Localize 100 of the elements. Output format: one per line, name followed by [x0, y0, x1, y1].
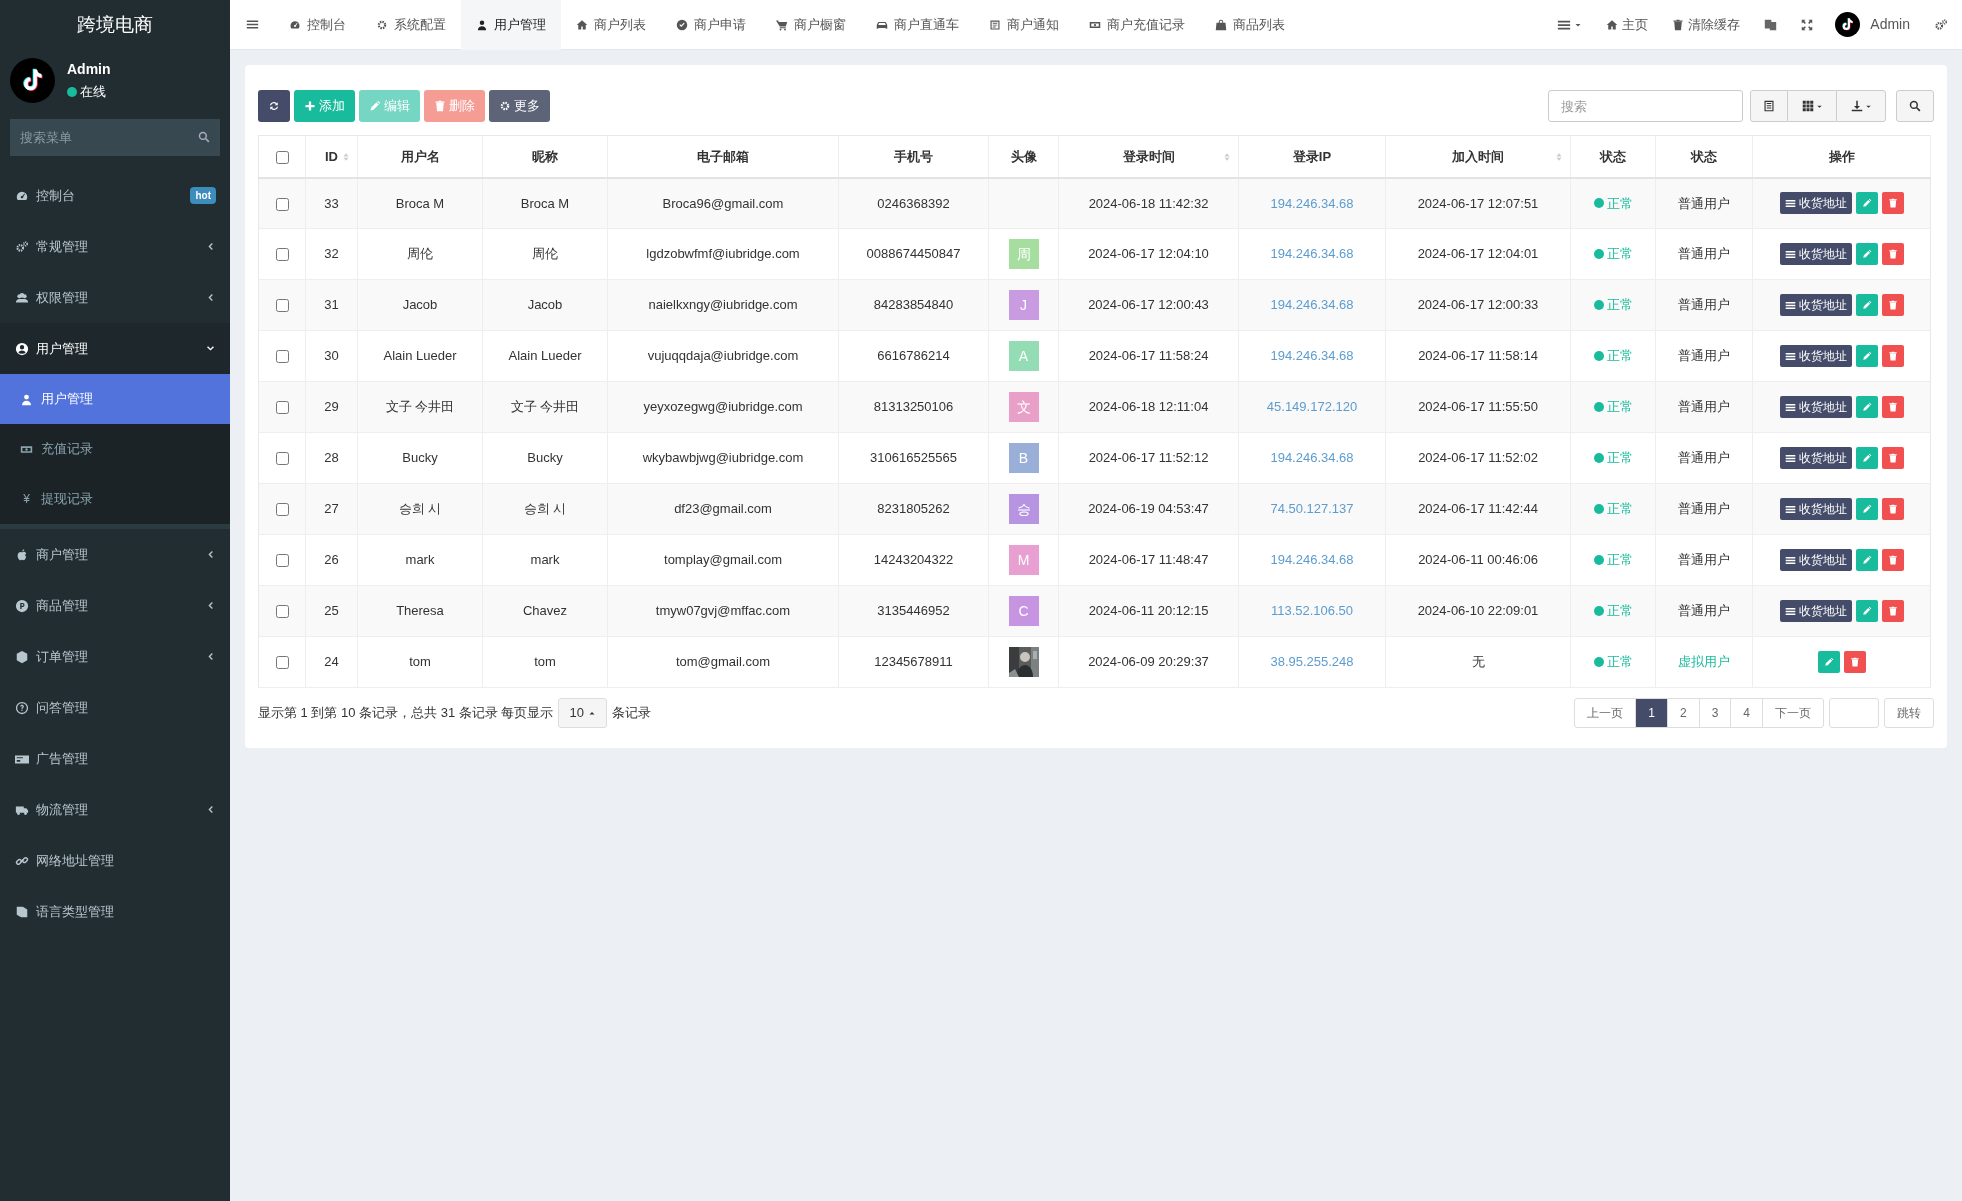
book-icon	[15, 904, 29, 919]
address-button[interactable]: 收货地址	[1779, 294, 1852, 316]
submenu-item[interactable]: 用户管理	[0, 374, 230, 424]
user-type-text: 普通用户	[1678, 399, 1730, 415]
address-button[interactable]: 收货地址	[1779, 243, 1852, 265]
search-field[interactable]: 搜索菜单	[10, 119, 220, 156]
row-checkbox[interactable]	[275, 299, 289, 313]
row-checkbox[interactable]	[275, 605, 289, 619]
sidebar-item[interactable]: 商户管理	[0, 529, 230, 580]
search-field[interactable]: 搜索	[1548, 90, 1743, 122]
nav-tab[interactable]: 商品列表	[1200, 0, 1300, 50]
sidebar-item[interactable]: 控制台 hot	[0, 170, 230, 221]
address-button[interactable]: 收货地址	[1779, 498, 1852, 520]
nav-tab[interactable]: 商户直通车	[861, 0, 974, 50]
select-all-checkbox[interactable]	[275, 150, 289, 164]
user-menu[interactable]: Admin	[1825, 0, 1920, 50]
nav-tab[interactable]: 商户橱窗	[761, 0, 861, 50]
join-time-text: 2024-06-17 12:00:33	[1417, 297, 1539, 313]
sidebar-item[interactable]: 广告管理	[0, 733, 230, 784]
column-header[interactable]: 加入时间	[1385, 135, 1571, 178]
trash-icon	[434, 100, 446, 112]
edit-button[interactable]	[1855, 192, 1878, 215]
delete-button[interactable]	[1881, 498, 1904, 520]
edit-button[interactable]	[1855, 396, 1878, 418]
sidebar-item[interactable]: 常规管理	[0, 221, 230, 272]
search-icon[interactable]	[198, 131, 210, 143]
submenu-item[interactable]: ¥ 提现记录	[0, 474, 230, 524]
columns-button[interactable]	[1788, 90, 1836, 122]
nav-link[interactable]: 清除缓存	[1660, 0, 1753, 50]
more-button[interactable]: 更多	[489, 90, 550, 122]
edit-button[interactable]	[1855, 498, 1878, 520]
page-button[interactable]: 下一页	[1762, 698, 1824, 728]
delete-button[interactable]	[1881, 294, 1904, 316]
delete-button[interactable]	[1881, 600, 1904, 622]
sidebar-item[interactable]: 语言类型管理	[0, 886, 230, 937]
row-checkbox[interactable]	[275, 554, 289, 568]
avatar-icon	[10, 58, 55, 103]
nav-tab[interactable]: 用户管理	[461, 0, 561, 50]
edit-button[interactable]	[1855, 549, 1878, 571]
card-view-button[interactable]	[1750, 90, 1788, 122]
sidebar-item[interactable]: 物流管理	[0, 784, 230, 835]
row-checkbox[interactable]	[275, 503, 289, 517]
row-checkbox[interactable]	[275, 452, 289, 466]
delete-button[interactable]	[1881, 243, 1904, 265]
delete-button[interactable]	[1881, 549, 1904, 571]
edit-button[interactable]	[1855, 294, 1878, 316]
delete-button[interactable]	[1881, 345, 1904, 367]
sidebar-item[interactable]: 商品管理	[0, 580, 230, 631]
column-header[interactable]: ID	[305, 135, 358, 178]
address-button[interactable]: 收货地址	[1779, 192, 1852, 215]
refresh-button[interactable]	[258, 90, 290, 122]
page-size-select[interactable]: 10	[558, 698, 607, 728]
edit-button[interactable]	[1855, 600, 1878, 622]
submenu-item[interactable]: 充值记录	[0, 424, 230, 474]
sidebar-item[interactable]: 用户管理	[0, 323, 230, 374]
search-button[interactable]	[1896, 90, 1934, 122]
nav-tab[interactable]: 商户充值记录	[1074, 0, 1200, 50]
nav-tab[interactable]: 商户申请	[661, 0, 761, 50]
delete-button[interactable]	[1881, 447, 1904, 469]
address-button[interactable]: 收货地址	[1779, 447, 1852, 469]
address-button[interactable]: 收货地址	[1779, 345, 1852, 367]
row-checkbox[interactable]	[275, 350, 289, 364]
page-button[interactable]: 2	[1666, 698, 1700, 728]
page-number-field[interactable]	[1829, 698, 1879, 728]
page-button[interactable]: 上一页	[1574, 698, 1637, 728]
sidebar-item[interactable]: 问答管理	[0, 682, 230, 733]
nav-link[interactable]: 主页	[1594, 0, 1661, 50]
phone-text: 310616525565	[870, 450, 957, 466]
nav-tab[interactable]: 商户通知	[974, 0, 1074, 50]
delete-button[interactable]	[1881, 396, 1904, 418]
join-time-text: 2024-06-10 22:09:01	[1417, 603, 1539, 619]
edit-button[interactable]	[1855, 243, 1878, 265]
page-button[interactable]: 4	[1730, 698, 1763, 728]
id-text: 29	[324, 399, 339, 415]
nav-tab[interactable]: 控制台	[274, 0, 361, 50]
edit-button[interactable]	[1817, 651, 1840, 673]
address-button[interactable]: 收货地址	[1779, 396, 1852, 418]
edit-button[interactable]	[1855, 447, 1878, 469]
sidebar-item[interactable]: 网络地址管理	[0, 835, 230, 886]
row-checkbox[interactable]	[275, 197, 289, 211]
pencil-icon	[1861, 453, 1872, 463]
row-checkbox[interactable]	[275, 401, 289, 415]
page-button[interactable]: 1	[1635, 698, 1668, 728]
nav-tab[interactable]: 商户列表	[561, 0, 661, 50]
user-type-text: 普通用户	[1678, 450, 1730, 466]
trash-icon	[1672, 18, 1685, 31]
row-checkbox[interactable]	[275, 656, 289, 670]
sidebar-item[interactable]: 权限管理	[0, 272, 230, 323]
address-button[interactable]: 收货地址	[1779, 549, 1852, 571]
delete-button[interactable]	[1881, 192, 1904, 215]
address-button[interactable]: 收货地址	[1779, 600, 1852, 622]
edit-button[interactable]	[1855, 345, 1878, 367]
row-checkbox[interactable]	[275, 248, 289, 262]
nav-tab[interactable]: 系统配置	[361, 0, 461, 50]
pencil-icon	[1823, 657, 1834, 667]
column-header[interactable]: 登录时间	[1058, 135, 1239, 178]
pencil-icon	[1861, 198, 1872, 209]
sidebar-item[interactable]: 订单管理	[0, 631, 230, 682]
delete-button[interactable]	[1843, 651, 1866, 673]
jump-button[interactable]: 跳转	[1884, 698, 1934, 728]
